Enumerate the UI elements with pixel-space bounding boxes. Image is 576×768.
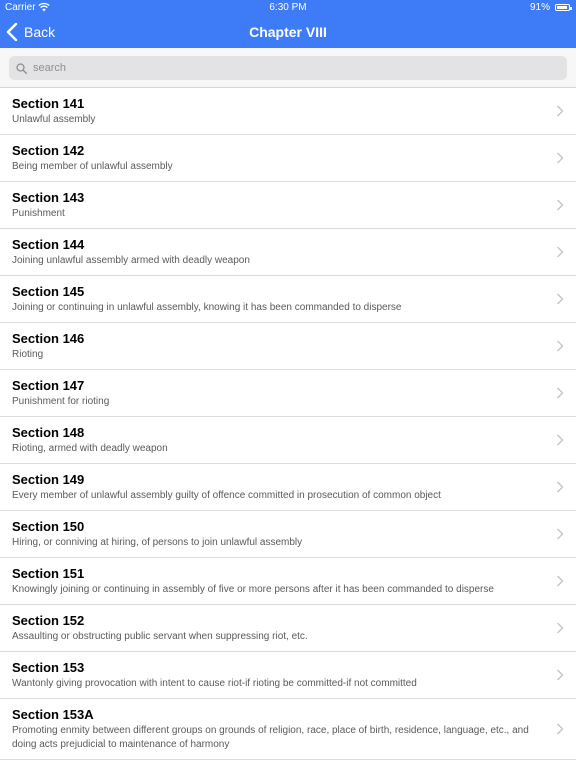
chevron-right-icon	[556, 293, 564, 305]
section-title: Section 147	[12, 378, 85, 393]
chevron-right-icon	[556, 669, 564, 681]
chevron-right-icon	[556, 152, 564, 164]
list-item[interactable]: Section 142 Being member of unlawful ass…	[0, 135, 576, 182]
section-title: Section 150	[12, 519, 85, 534]
section-title: Section 149	[12, 472, 85, 487]
section-subtitle: Assaulting or obstructing public servant…	[12, 631, 308, 642]
list-item[interactable]: Section 153A Promoting enmity between di…	[0, 699, 576, 760]
list-item[interactable]: Section 148 Rioting, armed with deadly w…	[0, 417, 576, 464]
chevron-right-icon	[556, 575, 564, 587]
chevron-right-icon	[556, 387, 564, 399]
search-box[interactable]	[9, 56, 567, 80]
list-item[interactable]: Section 143 Punishment	[0, 182, 576, 229]
search-icon	[16, 62, 27, 74]
section-subtitle: Joining or continuing in unlawful assemb…	[12, 302, 402, 313]
list-item[interactable]: Section 149 Every member of unlawful ass…	[0, 464, 576, 511]
section-title: Section 144	[12, 237, 85, 252]
section-title: Section 151	[12, 566, 85, 581]
search-input[interactable]	[33, 62, 533, 74]
section-title: Section 152	[12, 613, 85, 628]
chevron-right-icon	[556, 199, 564, 211]
status-bar: Carrier 6:30 PM 91%	[0, 0, 576, 16]
section-title: Section 148	[12, 425, 85, 440]
section-title: Section 143	[12, 190, 85, 205]
section-subtitle: Joining unlawful assembly armed with dea…	[12, 255, 250, 266]
chevron-right-icon	[556, 105, 564, 117]
list-item[interactable]: Section 146 Rioting	[0, 323, 576, 370]
chevron-right-icon	[556, 340, 564, 352]
section-subtitle: Rioting, armed with deadly weapon	[12, 443, 168, 454]
section-title: Section 153	[12, 660, 85, 675]
section-title: Section 146	[12, 331, 85, 346]
chevron-right-icon	[556, 481, 564, 493]
chevron-right-icon	[556, 246, 564, 258]
chevron-right-icon	[556, 723, 564, 735]
list-item[interactable]: Section 144 Joining unlawful assembly ar…	[0, 229, 576, 276]
section-title: Section 141	[12, 96, 85, 111]
list-item[interactable]: Section 151 Knowingly joining or continu…	[0, 558, 576, 605]
list-item[interactable]: Section 145 Joining or continuing in unl…	[0, 276, 576, 323]
section-subtitle: Every member of unlawful assembly guilty…	[12, 490, 441, 501]
chevron-right-icon	[556, 622, 564, 634]
section-subtitle: Punishment	[12, 208, 65, 219]
page-title: Chapter VIII	[249, 24, 327, 40]
battery-icon	[555, 4, 572, 11]
list-item[interactable]: Section 152 Assaulting or obstructing pu…	[0, 605, 576, 652]
section-list: Section 141 Unlawful assembly Section 14…	[0, 88, 576, 760]
chevron-right-icon	[556, 434, 564, 446]
list-item[interactable]: Section 147 Punishment for rioting	[0, 370, 576, 417]
section-subtitle: Punishment for rioting	[12, 396, 110, 407]
section-subtitle: Hiring, or conniving at hiring, of perso…	[12, 537, 303, 548]
search-bar	[0, 48, 576, 88]
chevron-right-icon	[556, 528, 564, 540]
list-item[interactable]: Section 150 Hiring, or conniving at hiri…	[0, 511, 576, 558]
section-title: Section 153A	[12, 707, 94, 722]
section-subtitle: Promoting enmity between different group…	[12, 725, 529, 750]
section-subtitle: Wantonly giving provocation with intent …	[12, 678, 417, 689]
section-subtitle: Being member of unlawful assembly	[12, 161, 173, 172]
navigation-bar: Back Chapter VIII	[0, 16, 576, 48]
section-subtitle: Unlawful assembly	[12, 114, 96, 125]
clock: 6:30 PM	[269, 2, 307, 13]
section-title: Section 142	[12, 143, 85, 158]
section-subtitle: Rioting	[12, 349, 44, 360]
section-subtitle: Knowingly joining or continuing in assem…	[12, 584, 494, 595]
list-item[interactable]: Section 153 Wantonly giving provocation …	[0, 652, 576, 699]
list-item[interactable]: Section 141 Unlawful assembly	[0, 88, 576, 135]
section-title: Section 145	[12, 284, 85, 299]
battery-percent: 91%	[529, 2, 550, 13]
